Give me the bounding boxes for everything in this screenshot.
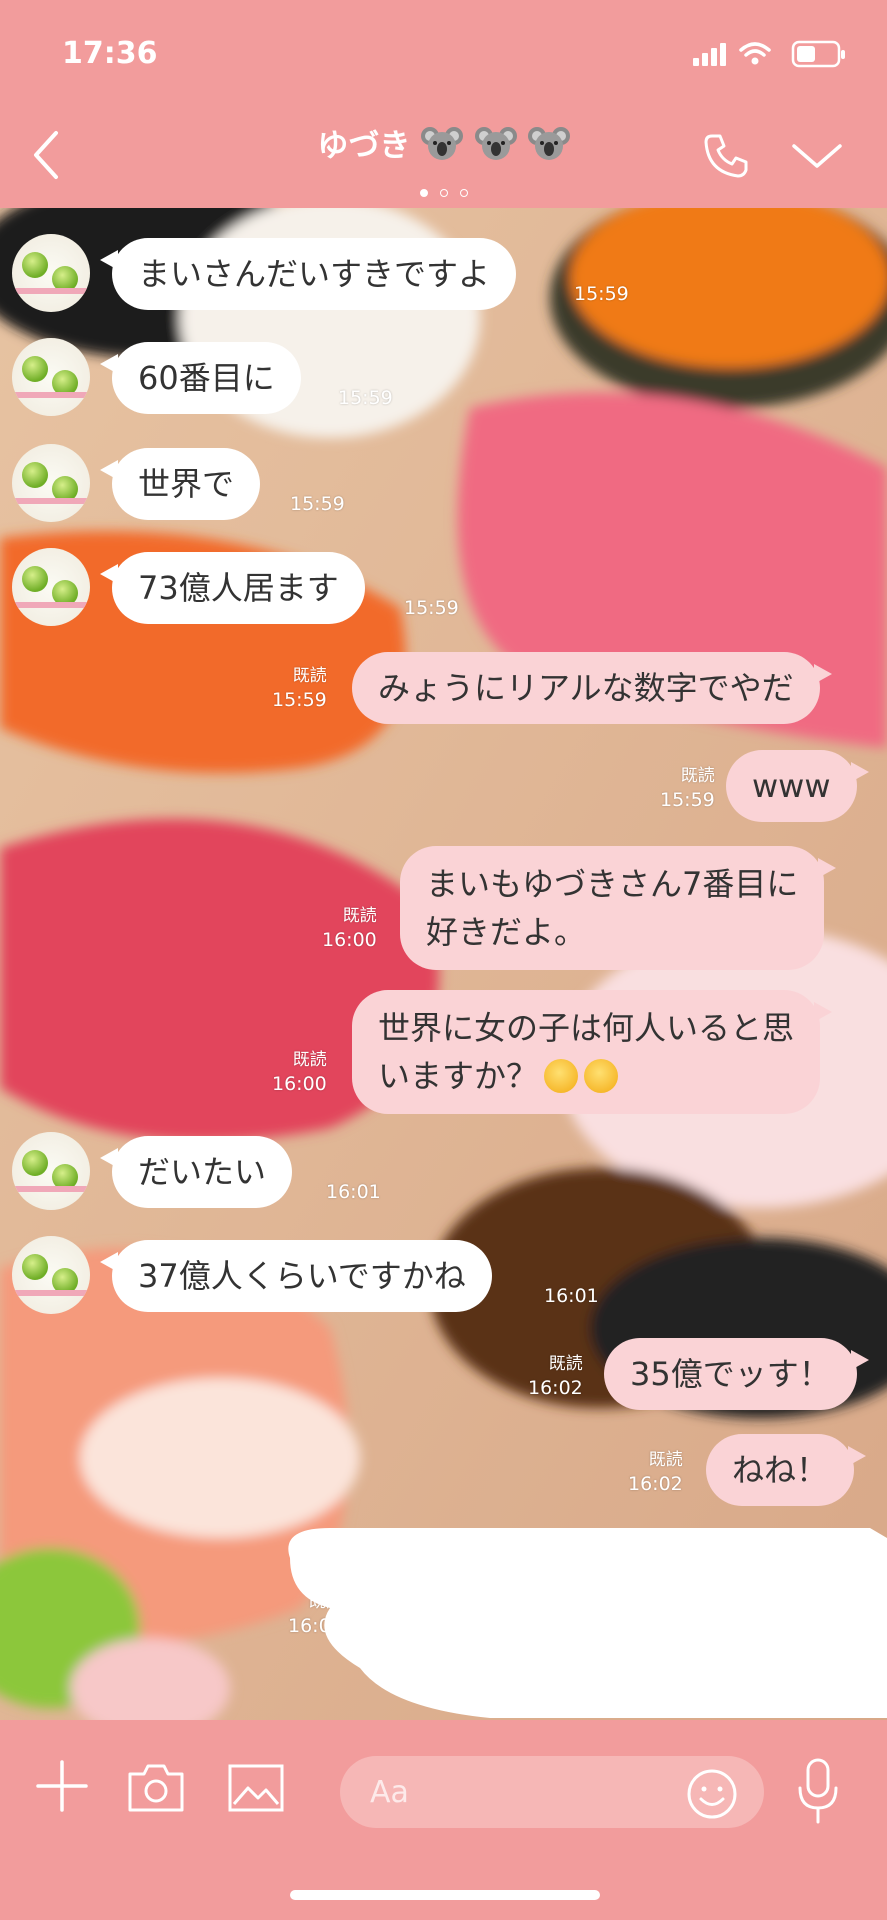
read-receipt: 既読 [548, 1354, 583, 1374]
contact-avatar[interactable] [12, 1236, 90, 1314]
message-input-bar [0, 1720, 887, 1920]
message-line-with-emoji: いますか？ [378, 1052, 794, 1100]
message-time: 15:59 [660, 789, 715, 811]
message-time: 16:00 [272, 1073, 327, 1095]
read-receipt: 既読 [648, 1450, 683, 1470]
koala-icon [474, 126, 517, 160]
message-read-time: 既読 16:00 [322, 904, 377, 952]
message-bubble-incoming[interactable]: 73億人居ます [100, 552, 365, 624]
message-bubble-outgoing[interactable]: みょうにリアルな数字でやだ [352, 652, 832, 724]
contact-name: ゆづき [317, 128, 411, 164]
message-time: 16:01 [326, 1181, 381, 1203]
contact-avatar[interactable] [12, 444, 90, 522]
sneezing-face-icon [544, 1059, 579, 1093]
camera-icon[interactable] [126, 1760, 186, 1814]
status-time: 17:36 [62, 36, 158, 71]
message-read-time: 既読 15:59 [272, 664, 327, 712]
status-icons [693, 40, 845, 68]
koala-icon [421, 126, 464, 160]
message-bubble-incoming[interactable]: 37億人くらいですかね [100, 1240, 492, 1312]
chat-message-list[interactable]: まいさんだいすきですよ 15:59 60番目に 15:59 世界で 15:59 … [0, 208, 887, 1720]
message-time: 16:01 [544, 1285, 599, 1307]
message-read-time: 既読 15:59 [660, 764, 715, 812]
message-time: 15:59 [404, 597, 459, 619]
page-dot [439, 189, 448, 197]
message-time: 16:00 [322, 929, 377, 951]
message-bubble-outgoing[interactable]: 35億でッす！ [604, 1338, 869, 1410]
message-read-time: 既読 16:02 [628, 1448, 683, 1496]
contact-avatar[interactable] [12, 548, 90, 626]
read-receipt: 既読 [342, 906, 377, 926]
message-bubble-outgoing[interactable]: ねね！ [706, 1434, 867, 1506]
microphone-icon[interactable] [796, 1758, 840, 1824]
chevron-down-icon[interactable] [790, 138, 844, 174]
message-time: 15:59 [574, 283, 629, 305]
message-read-time: 既読 16:00 [272, 1048, 327, 1096]
message-line: 好きだよ。 [426, 913, 587, 951]
chat-header: 17:36 ゆづき [0, 0, 887, 208]
plus-icon[interactable] [34, 1758, 90, 1814]
redaction-scribble [288, 1528, 887, 1718]
message-time: 16:02 [528, 1377, 583, 1399]
chat-title: ゆづき [0, 120, 887, 165]
message-bubble-outgoing[interactable]: www [726, 750, 868, 822]
message-read-time: 既読 16:02 [528, 1352, 583, 1400]
message-bubble-incoming[interactable]: 60番目に [100, 342, 301, 414]
message-time: 16:02 [628, 1473, 683, 1495]
contact-avatar[interactable] [12, 1132, 90, 1210]
page-indicator [0, 182, 887, 201]
message-time: 15:59 [272, 689, 327, 711]
battery-icon [791, 40, 845, 68]
message-line: いますか？ [378, 1057, 539, 1095]
contact-avatar[interactable] [12, 338, 90, 416]
smiley-icon[interactable] [686, 1768, 738, 1820]
contact-avatar[interactable] [12, 234, 90, 312]
message-time: 15:59 [338, 387, 393, 409]
wifi-icon [739, 42, 771, 57]
read-receipt: 既読 [292, 1050, 327, 1070]
signal-icon [693, 43, 726, 66]
home-indicator [290, 1890, 600, 1900]
message-bubble-outgoing[interactable]: 世界に女の子は何人いると思 いますか？ [352, 990, 833, 1114]
message-bubble-incoming[interactable]: まいさんだいすきですよ [99, 238, 517, 310]
message-line: まいもゆづきさん7番目に [426, 865, 799, 903]
message-bubble-outgoing[interactable]: まいもゆづきさん7番目に 好きだよ。 [400, 846, 837, 970]
phone-call-icon[interactable] [700, 130, 752, 182]
message-line: 世界に女の子は何人いると思 [378, 1009, 795, 1047]
page-dot [419, 189, 428, 197]
read-receipt: 既読 [680, 766, 715, 786]
image-icon[interactable] [226, 1760, 286, 1814]
koala-icon [527, 126, 570, 160]
message-bubble-incoming[interactable]: だいたい [99, 1136, 293, 1208]
pleading-face-icon [584, 1059, 619, 1093]
page-dot [459, 189, 468, 197]
message-time: 15:59 [290, 493, 345, 515]
message-bubble-incoming[interactable]: 世界で [99, 448, 261, 520]
wifi-dot [751, 57, 759, 65]
read-receipt: 既読 [292, 666, 327, 686]
